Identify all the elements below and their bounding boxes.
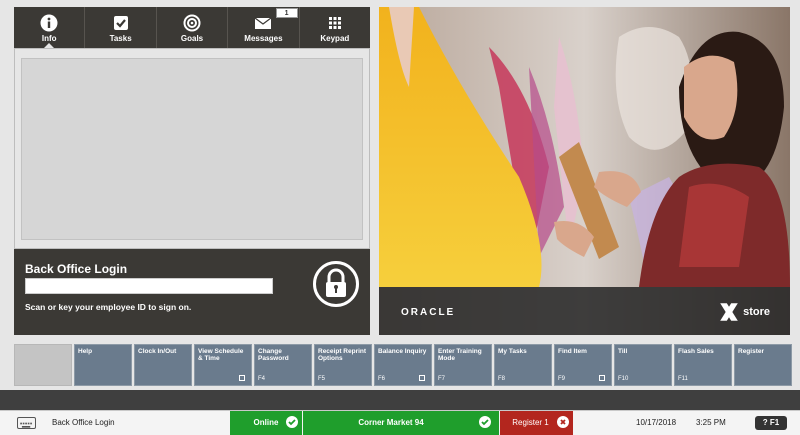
- oracle-logo: ORACLE: [401, 307, 456, 318]
- fkey-shortcut: F11: [678, 376, 688, 382]
- online-status: Online: [230, 411, 302, 435]
- tab-label: Keypad: [320, 34, 350, 43]
- fkey-label: Help: [78, 348, 93, 355]
- fkey-shortcut: F8: [498, 376, 506, 382]
- fkey-shortcut: F10: [618, 376, 629, 382]
- training-mode-button[interactable]: Enter Training Mode F7: [434, 344, 492, 386]
- fkey-label: Balance Inquiry: [378, 348, 427, 355]
- left-panel: Info Tasks Goals 1 Messages Keypad Back …: [14, 7, 370, 335]
- store-status: Corner Market 94: [303, 411, 499, 435]
- fkey-shortcut: F9: [558, 376, 566, 382]
- target-icon: [183, 14, 201, 32]
- info-content-area: [21, 58, 363, 240]
- tab-label: Goals: [180, 34, 204, 43]
- status-bar: Back Office Login Online Corner Market 9…: [0, 410, 800, 435]
- till-button[interactable]: Till F10: [614, 344, 672, 386]
- message-count-badge: 1: [275, 8, 298, 18]
- fkey-label: Flash Sales: [678, 348, 714, 355]
- trash-icon: [239, 375, 245, 381]
- tab-tasks[interactable]: Tasks: [85, 7, 157, 48]
- xstore-text: store: [743, 305, 770, 318]
- tab-label: Info: [41, 34, 57, 43]
- receipt-reprint-button[interactable]: Receipt Reprint Options F5: [314, 344, 372, 386]
- my-tasks-button[interactable]: My Tasks F8: [494, 344, 552, 386]
- tab-bar: Info Tasks Goals 1 Messages Keypad: [14, 7, 370, 49]
- back-office-login-panel: Back Office Login Scan or key your emplo…: [14, 249, 370, 335]
- fkey-label: View Schedule & Time: [198, 348, 244, 362]
- fkey-label: My Tasks: [498, 348, 527, 355]
- login-hint: Scan or key your employee ID to sign on.: [25, 302, 192, 312]
- fkey-label: Clock In/Out: [138, 348, 177, 355]
- keyboard-icon[interactable]: [17, 417, 36, 429]
- fkey-shortcut: F7: [438, 376, 446, 382]
- fkey-label: Receipt Reprint Options: [318, 348, 367, 362]
- function-key-bar: Help Clock In/Out View Schedule & Time C…: [14, 344, 792, 386]
- x-logo-icon: [720, 303, 738, 321]
- login-title: Back Office Login: [25, 262, 128, 276]
- trash-icon: [599, 375, 605, 381]
- flash-sales-button[interactable]: Flash Sales F11: [674, 344, 732, 386]
- employee-id-input[interactable]: [25, 278, 273, 294]
- tab-info[interactable]: Info: [14, 7, 86, 49]
- checkbox-icon: [113, 16, 128, 30]
- info-icon: [40, 14, 58, 32]
- view-schedule-button[interactable]: View Schedule & Time: [194, 344, 252, 386]
- xstore-logo: store: [718, 301, 770, 323]
- message-strip: [0, 390, 800, 410]
- brand-bar: ORACLE store: [379, 287, 790, 335]
- fkey-shortcut: F6: [378, 376, 386, 382]
- close-icon: [557, 416, 569, 428]
- lock-icon: [313, 261, 359, 307]
- info-panel: [14, 48, 370, 249]
- tab-goals[interactable]: Goals: [157, 7, 229, 48]
- fkey-label: Enter Training Mode: [438, 348, 482, 362]
- fkey-label: Change Password: [258, 348, 289, 362]
- fkey-label: Till: [618, 348, 628, 355]
- fkey-shortcut: F5: [318, 376, 326, 382]
- keypad-icon: [328, 17, 341, 29]
- help-f1-button[interactable]: ? F1: [755, 416, 787, 430]
- store-name: Corner Market 94: [358, 418, 424, 427]
- tab-label: Tasks: [109, 34, 132, 43]
- fkey-label: Find Item: [558, 348, 587, 355]
- tab-keypad[interactable]: Keypad: [300, 7, 370, 48]
- help-shortcut: F1: [769, 418, 780, 427]
- trash-icon: [419, 375, 425, 381]
- retail-photo-illustration: [379, 7, 790, 335]
- fkey-blank[interactable]: [14, 344, 72, 386]
- promo-image: ORACLE store: [379, 7, 790, 335]
- fkey-shortcut: F4: [258, 376, 266, 382]
- fkey-label: Register: [738, 348, 765, 355]
- find-item-button[interactable]: Find Item F9: [554, 344, 612, 386]
- clock-in-out-button[interactable]: Clock In/Out: [134, 344, 192, 386]
- register-button[interactable]: Register: [734, 344, 792, 386]
- tab-label: Messages: [244, 34, 283, 43]
- check-icon: [479, 416, 491, 428]
- help-button[interactable]: Help: [74, 344, 132, 386]
- register-status: Register 1: [500, 411, 573, 435]
- change-password-button[interactable]: Change Password F4: [254, 344, 312, 386]
- tab-messages[interactable]: 1 Messages: [228, 7, 300, 48]
- current-screen-label: Back Office Login: [52, 418, 115, 427]
- envelope-icon: [255, 17, 272, 29]
- help-icon: ?: [762, 418, 770, 427]
- date-label: 10/17/2018: [636, 418, 677, 427]
- time-label: 3:25 PM: [696, 418, 726, 427]
- balance-inquiry-button[interactable]: Balance Inquiry F6: [374, 344, 432, 386]
